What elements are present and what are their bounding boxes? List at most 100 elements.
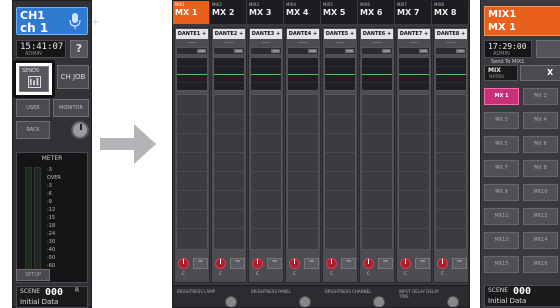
eq-display[interactable] xyxy=(435,57,467,91)
bottom-knob[interactable] xyxy=(373,296,385,307)
help-button-right[interactable] xyxy=(536,40,560,58)
monitor-button[interactable]: MONITOR xyxy=(53,99,89,117)
mix-send-to-button[interactable]: MX12 xyxy=(523,208,558,225)
send-fader[interactable] xyxy=(361,94,393,250)
mix-send-to-button[interactable]: MX 6 xyxy=(523,136,558,153)
mix-send-to-button[interactable]: MX14 xyxy=(523,232,558,249)
send-on-button[interactable]: ON xyxy=(378,258,393,269)
input-patch-button[interactable]: DANTE3 + xyxy=(250,29,282,39)
mix-matrix-tab[interactable]: MIX MATRIX xyxy=(484,65,518,81)
mix-select-6[interactable]: MIX6 MX 6 xyxy=(358,1,395,24)
eq-display[interactable] xyxy=(324,57,356,91)
mix-key: MIX4 xyxy=(286,2,296,7)
user-defined-button[interactable]: USER DEFINED xyxy=(16,99,50,127)
rack-button[interactable]: RACK xyxy=(16,121,50,139)
mix-send-to-button[interactable]: MX16 xyxy=(523,256,558,273)
mix-send-to-button[interactable]: MX 9 xyxy=(484,184,519,201)
scene-display[interactable]: SCENE 000 R Initial Data xyxy=(16,286,88,308)
meter-scale-tick: -3 xyxy=(47,183,52,189)
mix-send-to-button[interactable]: MX11 xyxy=(484,208,519,225)
scene-display-right[interactable]: SCENE 000 Initial Data xyxy=(484,285,560,307)
mix-select-2[interactable]: MIX2 MX 2 xyxy=(210,1,247,24)
mix-send-to-button[interactable]: MX 3 xyxy=(484,112,519,129)
patch-indicator[interactable]: 1MS xyxy=(250,47,282,55)
pan-knob[interactable] xyxy=(326,258,337,269)
input-patch-button[interactable]: DANTE5 + xyxy=(324,29,356,39)
send-fader[interactable] xyxy=(176,94,208,250)
fader-grid-line xyxy=(325,133,355,134)
send-on-button[interactable]: ON xyxy=(304,258,319,269)
selected-mix-display[interactable]: MIX1 MX 1 xyxy=(484,6,560,36)
send-fader[interactable] xyxy=(324,94,356,250)
send-on-button[interactable]: ON xyxy=(415,258,430,269)
patch-indicator[interactable]: 1MS xyxy=(213,47,245,55)
eq-display[interactable] xyxy=(361,57,393,91)
pan-knob[interactable] xyxy=(215,258,226,269)
mix-select-5[interactable]: MIX5 MX 5 xyxy=(321,1,358,24)
mix-send-to-button[interactable]: MX 1 xyxy=(484,88,519,105)
patch-indicator[interactable]: 1MS xyxy=(398,47,430,55)
input-patch-button[interactable]: DANTE8 + xyxy=(435,29,467,39)
mix-send-to-button[interactable]: MX 8 xyxy=(523,160,558,177)
sends-button[interactable]: SENDS xyxy=(19,66,49,92)
input-patch-button[interactable]: DANTE4 + xyxy=(287,29,319,39)
eq-display[interactable] xyxy=(213,57,245,91)
send-fader[interactable] xyxy=(250,94,282,250)
pan-knob[interactable] xyxy=(178,258,189,269)
mix-select-7[interactable]: MIX7 MX 7 xyxy=(395,1,432,24)
input-patch-button[interactable]: DANTE2 + xyxy=(213,29,245,39)
close-button[interactable]: X xyxy=(520,65,560,81)
input-patch-button[interactable]: DANTE6 + xyxy=(361,29,393,39)
mix-send-to-button[interactable]: MX 5 xyxy=(484,136,519,153)
send-on-button[interactable]: ON xyxy=(230,258,245,269)
send-on-button[interactable]: ON xyxy=(267,258,282,269)
bottom-knob[interactable] xyxy=(225,296,237,307)
mix-send-to-button[interactable]: MX 2 xyxy=(523,88,558,105)
patch-indicator[interactable]: 1MS xyxy=(324,47,356,55)
eq-display[interactable] xyxy=(250,57,282,91)
send-on-button[interactable]: ON xyxy=(452,258,467,269)
send-fader[interactable] xyxy=(435,94,467,250)
level-knob[interactable] xyxy=(71,121,89,139)
mix-send-to-button[interactable]: MX 4 xyxy=(523,112,558,129)
pan-knob[interactable] xyxy=(400,258,411,269)
pan-knob[interactable] xyxy=(252,258,263,269)
mix-send-to-button[interactable]: MX 7 xyxy=(484,160,519,177)
eq-display[interactable] xyxy=(176,57,208,91)
patch-indicator[interactable]: 1MS xyxy=(287,47,319,55)
patch-indicator[interactable]: 1MS xyxy=(361,47,393,55)
ch-job-button[interactable]: CH JOB xyxy=(57,65,89,89)
input-patch-button[interactable]: DANTE1 + xyxy=(176,29,208,39)
setup-button[interactable]: SETUP xyxy=(16,269,50,281)
sends-button-highlight[interactable]: SENDS xyxy=(13,60,55,98)
send-on-button[interactable]: ON xyxy=(341,258,356,269)
eq-display[interactable] xyxy=(287,57,319,91)
channel-name-placeholder: ----- xyxy=(372,40,382,46)
mix-select-4[interactable]: MIX4 MX 4 xyxy=(284,1,321,24)
pan-knob[interactable] xyxy=(289,258,300,269)
mix-send-to-button[interactable]: MX15 xyxy=(484,256,519,273)
pan-knob[interactable] xyxy=(437,258,448,269)
eq-display[interactable] xyxy=(398,57,430,91)
mix-select-8[interactable]: MIX8 MX 8 xyxy=(432,1,469,24)
send-fader[interactable] xyxy=(213,94,245,250)
mix-select-1[interactable]: MIX1 MX 1 xyxy=(173,1,210,24)
mix-select-3[interactable]: MIX3 MX 3 xyxy=(247,1,284,24)
help-button[interactable]: ? xyxy=(70,40,88,58)
channel-display[interactable]: CH1 ch 1 xyxy=(16,7,88,35)
send-on-button[interactable]: ON xyxy=(193,258,208,269)
patch-tag: 1MS xyxy=(382,49,391,53)
input-patch-button[interactable]: DANTE7 + xyxy=(398,29,430,39)
patch-indicator[interactable]: 1MS xyxy=(435,47,467,55)
send-fader[interactable] xyxy=(398,94,430,250)
bottom-knob[interactable] xyxy=(447,296,459,307)
mix-send-to-button[interactable]: MX13 xyxy=(484,232,519,249)
fader-grid-line xyxy=(251,209,281,210)
patch-indicator[interactable]: 1MS xyxy=(176,47,208,55)
pan-knob[interactable] xyxy=(363,258,374,269)
mix-send-to-button[interactable]: MX10 xyxy=(523,184,558,201)
bottom-knob[interactable] xyxy=(299,296,311,307)
send-fader[interactable] xyxy=(287,94,319,250)
plus-icon: + xyxy=(91,17,100,28)
clock-display: 15:41:07 ADMIN xyxy=(16,40,66,58)
